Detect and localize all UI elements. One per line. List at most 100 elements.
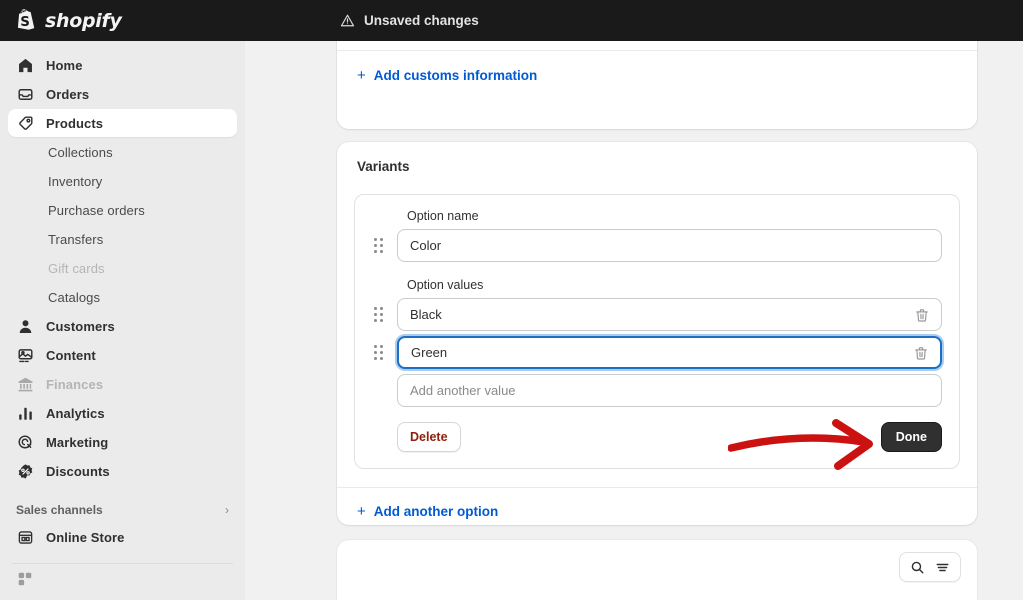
option-values-label: Option values: [407, 278, 484, 292]
option-value-text: Green: [411, 345, 448, 360]
variants-table-card: [337, 540, 977, 600]
trash-icon[interactable]: [913, 345, 929, 361]
add-another-option-row: + Add another option: [337, 487, 977, 536]
search-icon[interactable]: [910, 560, 925, 575]
sidebar-primary-list: Home Orders Products Collections Inventory Pu…: [0, 51, 245, 485]
option-actions-row: Delete Done: [397, 422, 942, 452]
orders-icon: [16, 85, 34, 103]
sidebar-item-partial[interactable]: [8, 565, 237, 593]
sidebar-item-label: Transfers: [48, 231, 104, 247]
option-value-new-input[interactable]: Add another value: [397, 374, 942, 407]
sidebar-nav: Home Orders Products Collections Inventory Pu…: [0, 41, 245, 600]
finances-bank-icon: [16, 375, 34, 393]
variants-card: Variants Option name Color Option values…: [337, 142, 977, 525]
warning-triangle-icon: [340, 13, 355, 28]
discounts-badge-icon: [16, 462, 34, 480]
add-another-option-link[interactable]: + Add another option: [357, 504, 498, 519]
main-content-area: 0.0 kg ▼ + Add customs information Varia…: [245, 41, 1023, 600]
sidebar-item-catalogs[interactable]: Catalogs: [8, 283, 237, 311]
brand-name: shopify: [45, 9, 122, 32]
search-and-filter-button[interactable]: [899, 552, 961, 582]
sidebar-item-inventory[interactable]: Inventory: [8, 167, 237, 195]
top-bar: S shopify Unsaved changes: [0, 0, 1023, 41]
plus-icon: +: [357, 67, 366, 84]
sidebar-channel-label: Online Store: [46, 529, 125, 545]
sidebar-item-label: Catalogs: [48, 289, 101, 305]
variants-table-toolbar: [337, 540, 977, 582]
option-name-label: Option name: [407, 209, 479, 223]
sidebar-item-orders[interactable]: Orders: [8, 80, 237, 108]
shopify-admin-screen: S shopify Unsaved changes Home Orders Prod…: [0, 0, 1023, 600]
sidebar-item-analytics[interactable]: Analytics: [8, 399, 237, 427]
sidebar-item-label: Orders: [46, 86, 90, 102]
filter-sort-icon[interactable]: [935, 560, 950, 575]
plus-icon: +: [357, 503, 366, 520]
sidebar-item-label: Customers: [46, 318, 115, 334]
add-customs-row: + Add customs information: [337, 51, 977, 101]
delete-button-label: Delete: [410, 430, 448, 444]
sidebar-item-collections[interactable]: Collections: [8, 138, 237, 166]
option-value-new-row: Add another value: [372, 374, 942, 407]
sidebar-item-home[interactable]: Home: [8, 51, 237, 79]
sidebar-item-gift-cards[interactable]: Gift cards: [8, 254, 237, 282]
sidebar-item-transfers[interactable]: Transfers: [8, 225, 237, 253]
sidebar-item-discounts[interactable]: Discounts: [8, 457, 237, 485]
sidebar-item-label: Inventory: [48, 173, 103, 189]
sidebar-channel-online-store[interactable]: Online Store: [8, 523, 237, 551]
drag-handle-icon[interactable]: [372, 343, 386, 363]
sidebar-item-label: Discounts: [46, 463, 110, 479]
sidebar-section-sales-channels[interactable]: Sales channels ›: [8, 499, 237, 521]
variants-title: Variants: [357, 159, 410, 174]
option-values-list: Black Green: [372, 298, 942, 369]
drag-handle-icon[interactable]: [372, 305, 386, 325]
sidebar-divider: [12, 563, 233, 564]
sidebar-item-purchase-orders[interactable]: Purchase orders: [8, 196, 237, 224]
option-value-input[interactable]: Black: [397, 298, 942, 331]
svg-text:S: S: [20, 15, 30, 30]
option-value-row: Black: [372, 298, 942, 331]
sidebar-item-label: Purchase orders: [48, 202, 145, 218]
sidebar-item-content[interactable]: Content: [8, 341, 237, 369]
add-customs-information-label: Add customs information: [373, 68, 538, 83]
done-button-label: Done: [895, 430, 927, 444]
option-name-input[interactable]: Color: [397, 229, 942, 262]
sidebar-item-marketing[interactable]: Marketing: [8, 428, 237, 456]
analytics-bars-icon: [16, 404, 34, 422]
option-name-value: Color: [410, 238, 442, 253]
option-value-new-placeholder: Add another value: [410, 383, 516, 398]
sidebar-channel-list: Online Store: [0, 523, 245, 551]
option-name-row: Color: [372, 229, 942, 262]
marketing-target-icon: [16, 433, 34, 451]
shopify-bag-logo-icon: S: [16, 8, 37, 33]
sidebar-item-label: Gift cards: [48, 260, 105, 276]
home-icon: [16, 56, 34, 74]
sidebar-item-label: Finances: [46, 376, 104, 392]
unsaved-changes-label: Unsaved changes: [364, 13, 479, 28]
products-tag-icon: [16, 114, 34, 132]
sidebar-item-products[interactable]: Products: [8, 109, 237, 137]
option-value-text: Black: [410, 307, 442, 322]
sidebar-item-label: Products: [46, 115, 104, 131]
delete-button[interactable]: Delete: [397, 422, 461, 452]
option-values-group: Option values Black Green Add another va…: [372, 278, 942, 407]
trash-icon[interactable]: [914, 307, 930, 323]
add-another-option-label: Add another option: [373, 504, 499, 519]
done-button[interactable]: Done: [880, 422, 942, 452]
option-value-input[interactable]: Green: [397, 336, 942, 369]
sidebar-item-label: Analytics: [46, 405, 105, 421]
online-store-icon: [16, 528, 34, 546]
option-value-row: Green: [372, 336, 942, 369]
unsaved-changes-indicator: Unsaved changes: [340, 0, 479, 41]
option-editor: Option name Color Option values Black Gr…: [354, 194, 960, 469]
sidebar-item-label: Home: [46, 57, 83, 73]
sidebar-item-customers[interactable]: Customers: [8, 312, 237, 340]
shopify-logo[interactable]: S shopify: [16, 8, 122, 33]
apps-icon: [16, 570, 34, 588]
content-image-icon: [16, 346, 34, 364]
sidebar-item-finances[interactable]: Finances: [8, 370, 237, 398]
drag-handle-icon[interactable]: [372, 236, 386, 256]
add-customs-information-link[interactable]: + Add customs information: [357, 68, 537, 83]
customers-person-icon: [16, 317, 34, 335]
chevron-right-icon: ›: [225, 503, 229, 517]
sidebar-section-label: Sales channels: [16, 503, 103, 517]
